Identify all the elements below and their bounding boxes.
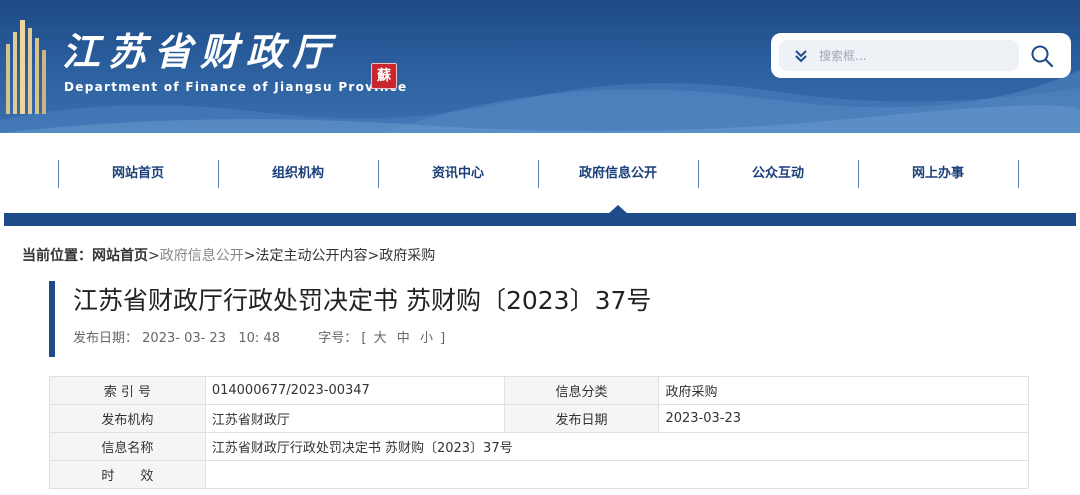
article-meta: 发布日期： 2023- 03- 23 10: 48 字号： [ 大 中 小 ] (73, 330, 445, 348)
breadcrumb-separator: > (243, 248, 256, 264)
breadcrumb: 当前位置：网站首页>政府信息公开>法定主动公开内容>政府采购 (22, 245, 435, 267)
font-size-small-button[interactable]: 小 (420, 331, 433, 346)
site-title: 江苏省财政厅 (62, 29, 339, 74)
site-logo[interactable]: 江苏省财政厅 Department of Finance of Jiangsu … (0, 0, 420, 133)
category-value: 政府采购 (658, 376, 1029, 405)
chevron-double-down-icon[interactable] (793, 48, 809, 64)
nav-item-online-services[interactable]: 网上办事 (858, 160, 1018, 188)
document-info-table: 索 引 号 014000677/2023-00347 信息分类 政府采购 发布机… (49, 376, 1030, 489)
publish-date-value: 2023- 03- 23 10: 48 (142, 331, 280, 346)
table-row: 发布机构 江苏省财政厅 发布日期 2023-03-23 (49, 404, 1029, 433)
table-row: 时 效 (49, 460, 1030, 489)
breadcrumb-home[interactable]: 网站首页 (92, 248, 148, 264)
table-row: 信息名称 江苏省财政厅行政处罚决定书 苏财购〔2023〕37号 (49, 432, 1030, 461)
search-field-wrapper (779, 40, 1019, 71)
page-title: 江苏省财政厅行政处罚决定书 苏财购〔2023〕37号 (73, 286, 652, 315)
font-size-open-bracket: [ (361, 331, 367, 346)
nav-item-home[interactable]: 网站首页 (58, 160, 218, 188)
publisher-value: 江苏省财政厅 (204, 404, 505, 433)
validity-label: 时 效 (49, 460, 206, 489)
breadcrumb-statutory[interactable]: 法定主动公开内容 (255, 248, 367, 264)
nav-divider (1018, 160, 1019, 188)
seal-stamp: 蘇 (371, 63, 397, 89)
font-size-control: 字号： [ 大 中 小 ] (318, 331, 445, 346)
building-logo-icon (6, 20, 46, 114)
nav-accent-bar (4, 213, 1076, 226)
font-size-close-bracket: ] (440, 331, 446, 346)
table-publish-date-label: 发布日期 (503, 404, 660, 433)
site-subtitle: Department of Finance of Jiangsu Provinc… (64, 80, 408, 94)
index-number-value: 014000677/2023-00347 (204, 376, 505, 405)
main-nav: 网站首页 组织机构 资讯中心 政府信息公开 公众互动 网上办事 (0, 133, 1080, 213)
breadcrumb-separator: > (367, 248, 380, 264)
nav-item-organization[interactable]: 组织机构 (218, 160, 378, 188)
breadcrumb-gov-info[interactable]: 政府信息公开 (160, 248, 244, 264)
table-publish-date-value: 2023-03-23 (658, 404, 1029, 433)
category-label: 信息分类 (503, 376, 660, 405)
search-box (771, 33, 1071, 78)
search-input[interactable] (819, 40, 1009, 71)
info-name-label: 信息名称 (49, 432, 206, 461)
font-size-medium-button[interactable]: 中 (397, 331, 410, 346)
font-size-label: 字号： (318, 331, 358, 346)
breadcrumb-separator: > (148, 248, 160, 264)
table-row: 索 引 号 014000677/2023-00347 信息分类 政府采购 (49, 376, 1029, 405)
font-size-large-button[interactable]: 大 (374, 331, 387, 346)
nav-item-interaction[interactable]: 公众互动 (698, 160, 858, 188)
publish-date-label: 发布日期： (73, 331, 139, 346)
info-name-value: 江苏省财政厅行政处罚决定书 苏财购〔2023〕37号 (204, 432, 1030, 461)
breadcrumb-prefix: 当前位置： (22, 248, 92, 264)
publisher-label: 发布机构 (49, 404, 206, 433)
breadcrumb-procurement[interactable]: 政府采购 (379, 248, 435, 264)
nav-item-news[interactable]: 资讯中心 (378, 160, 538, 188)
index-number-label: 索 引 号 (49, 376, 206, 405)
search-icon[interactable] (1029, 43, 1055, 69)
nav-item-gov-info[interactable]: 政府信息公开 (538, 160, 698, 188)
site-header: 江苏省财政厅 Department of Finance of Jiangsu … (0, 0, 1080, 133)
validity-value (204, 460, 1030, 489)
title-accent-bar (49, 281, 55, 357)
